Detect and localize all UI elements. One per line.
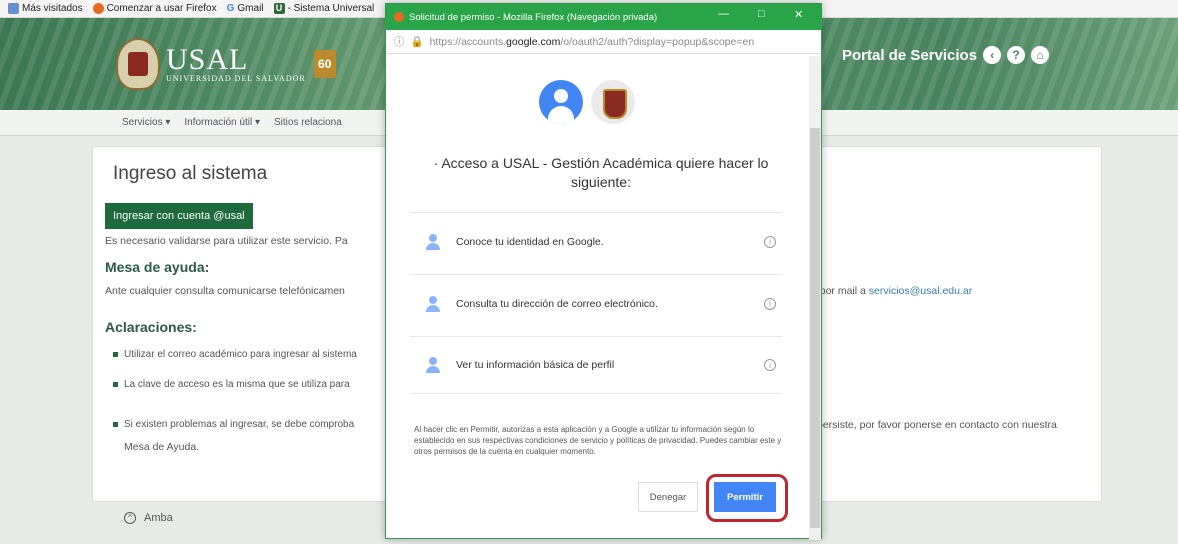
page-title: Ingreso al sistema [113, 163, 268, 184]
list-item: La clave de acceso es la misma que se ut… [113, 379, 350, 390]
usal-logo[interactable]: USAL UNIVERSIDAD DEL SALVADOR 60 [116, 38, 336, 90]
portal-title: Portal de Servicios [842, 46, 978, 64]
permission-item: Ver tu información básica de perfil i [410, 336, 782, 394]
u-icon: U [273, 3, 285, 14]
url-text: https://accounts.google.com/o/oauth2/aut… [429, 35, 755, 48]
allow-button[interactable]: Permitir [714, 482, 776, 512]
google-account-avatar [539, 80, 583, 124]
info-icon[interactable]: i [764, 297, 776, 310]
portal-title-area: Portal de Servicios ‹ ? ⌂ [842, 46, 1050, 64]
bookmark-label: Comenzar a usar Firefox [106, 3, 217, 14]
permission-item: Conoce tu identidad en Google. i [410, 212, 782, 270]
logo-subtitle: UNIVERSIDAD DEL SALVADOR [166, 74, 306, 83]
popup-titlebar: Solicitud de permiso - Mozilla Firefox (… [386, 4, 821, 30]
bookmark-label: Más visitados [22, 3, 83, 14]
info-icon: ⓘ [394, 36, 405, 48]
info-icon[interactable]: i [764, 359, 776, 371]
disclaimer-text: Al hacer clic en Permitir, autorizas a e… [414, 425, 782, 456]
google-icon: G [226, 3, 235, 14]
bullet-line2: Mesa de Ayuda. [124, 441, 200, 453]
firefox-icon [394, 12, 404, 22]
bookmark-label: - Sistema Universal [287, 3, 375, 14]
logo-title: USAL [166, 43, 249, 76]
maximize-button[interactable]: □ [758, 8, 765, 20]
scrollbar-thumb[interactable] [810, 128, 820, 528]
validate-text: Es necesario validarse para utilizar est… [105, 235, 348, 247]
bookmark-sistema[interactable]: U - Sistema Universal [273, 3, 375, 14]
minimize-button[interactable]: — [718, 8, 729, 20]
nav-sitios[interactable]: Sitios relaciona [274, 117, 342, 128]
help-heading: Mesa de ayuda: [105, 259, 210, 275]
list-item: Utilizar el correo académico para ingres… [113, 349, 357, 360]
usal-app-avatar [591, 80, 635, 124]
home-icon[interactable]: ⌂ [1031, 46, 1050, 64]
nav-informacion[interactable]: Información útil ▾ [184, 117, 260, 128]
help-text-right: o por mail a servicios@usal.edu.ar [811, 285, 973, 297]
bookmark-firefox[interactable]: Comenzar a usar Firefox [92, 3, 217, 14]
bullet-continuation: persiste, por favor ponerse en contacto … [817, 419, 1057, 431]
anniversary-badge: 60 [313, 50, 336, 78]
request-heading: · Acceso a USAL - Gestión Académica quie… [433, 155, 769, 190]
person-icon [426, 295, 440, 312]
list-item: Si existen problemas al ingresar, se deb… [113, 419, 354, 430]
info-icon[interactable]: i [764, 235, 776, 248]
crest-icon [116, 38, 160, 90]
nav-servicios[interactable]: Servicios ▾ [122, 117, 170, 128]
person-icon [426, 357, 440, 373]
bookmark-most-visited[interactable]: Más visitados [8, 3, 83, 14]
chevron-up-icon: ^ [124, 512, 136, 524]
bookmark-label: Gmail [237, 3, 264, 14]
help-text: Ante cualquier consulta comunicarse tele… [105, 285, 345, 297]
footer-link[interactable]: ^ Amba [124, 512, 173, 524]
scrollbar[interactable] [809, 56, 821, 540]
close-button[interactable]: ✕ [794, 8, 803, 21]
help-email-link[interactable]: servicios@usal.edu.ar [869, 285, 972, 297]
popup-title: Solicitud de permiso - Mozilla Firefox (… [409, 11, 658, 23]
permission-item: Consulta tu dirección de correo electrón… [410, 274, 782, 332]
login-usal-button[interactable]: Ingresar con cuenta @usal [105, 203, 253, 229]
notes-heading: Aclaraciones: [105, 319, 197, 335]
bookmark-icon [8, 3, 19, 14]
person-icon [426, 233, 440, 250]
help-icon[interactable]: ? [1007, 46, 1026, 64]
firefox-icon [92, 3, 104, 14]
deny-button[interactable]: Denegar [638, 482, 698, 512]
back-icon[interactable]: ‹ [983, 46, 1002, 64]
lock-icon: 🔒 [410, 36, 424, 48]
bookmark-gmail[interactable]: G Gmail [227, 3, 264, 14]
url-bar[interactable]: ⓘ 🔒 https://accounts.google.com/o/oauth2… [386, 30, 821, 54]
permission-popup: Solicitud de permiso - Mozilla Firefox (… [385, 3, 822, 540]
